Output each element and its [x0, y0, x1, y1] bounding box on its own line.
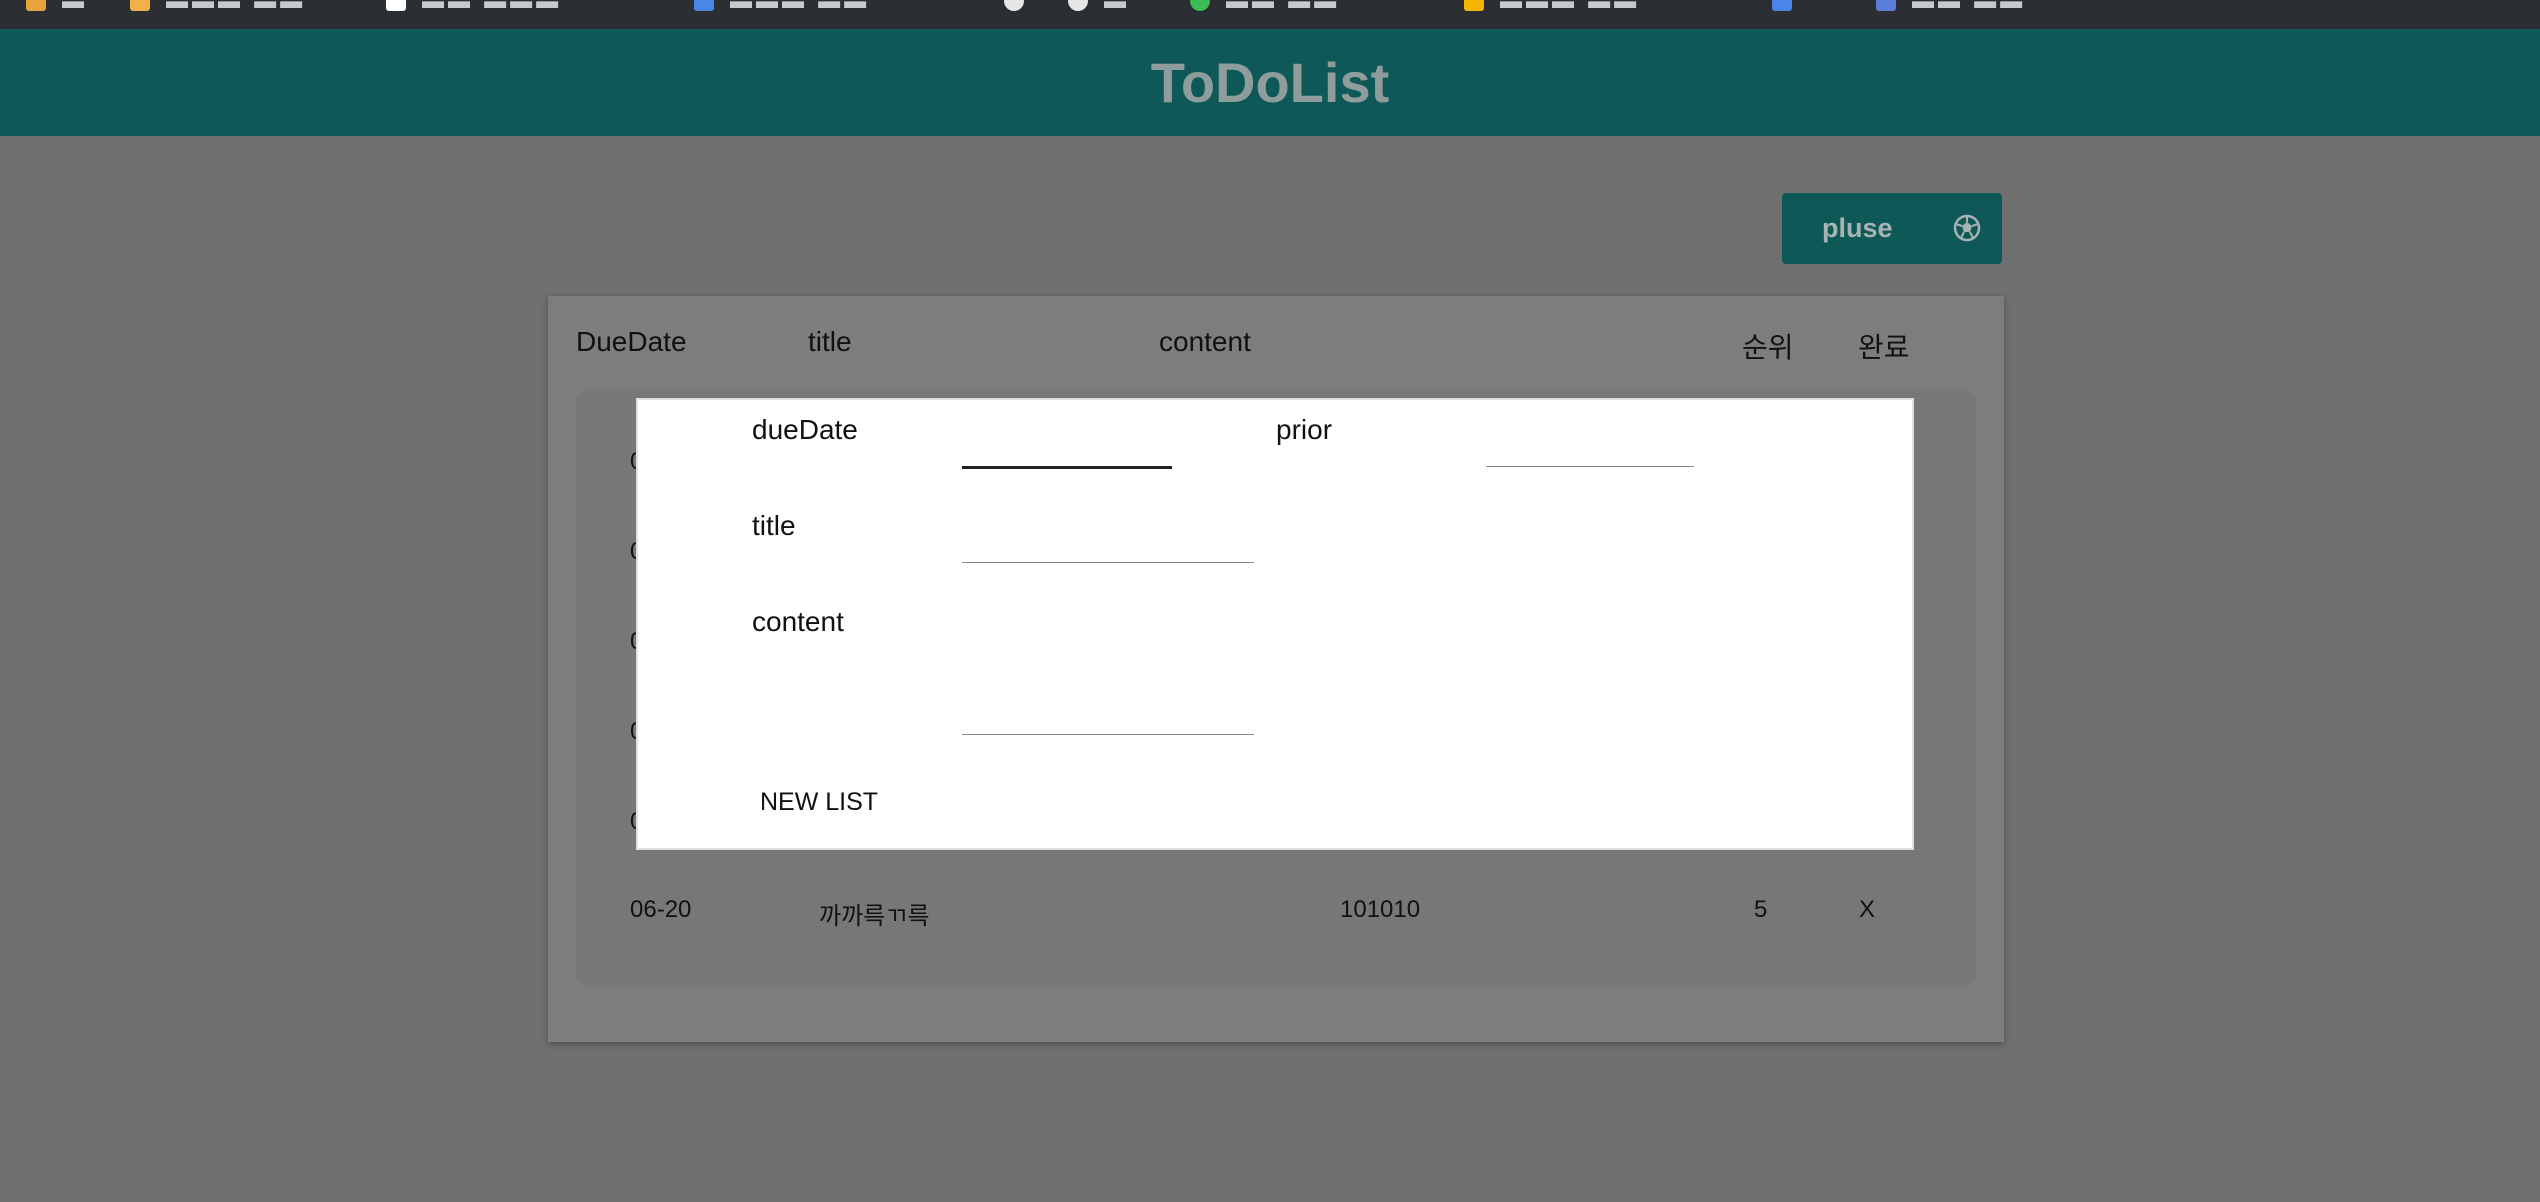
bookmark-icon	[130, 0, 150, 11]
bookmarks-bar: ▬ ▬▬▬ ▬▬ ▬▬ ▬▬▬ ▬▬▬ ▬▬ ▬ ▬▬ ▬▬ ▬▬▬ ▬▬ ▬▬…	[0, 0, 2540, 29]
bookmark-icon	[1190, 0, 1210, 11]
bookmark-icon	[1876, 0, 1896, 11]
header-done: 완료	[1858, 332, 1910, 363]
due-date-input[interactable]	[962, 430, 1172, 469]
bookmark-item[interactable]: ▬	[1068, 0, 1130, 13]
bookmark-item[interactable]: ▬▬▬ ▬▬	[694, 0, 870, 13]
prior-input[interactable]	[1486, 430, 1694, 467]
cell-content: 101010	[1340, 896, 1421, 923]
header-content: content	[1159, 326, 1251, 357]
bookmark-icon	[1068, 0, 1088, 11]
new-list-button[interactable]: NEW LIST	[760, 788, 878, 817]
bookmark-icon	[1464, 0, 1484, 11]
header-title: title	[808, 326, 852, 357]
bookmark-icon	[694, 0, 714, 11]
bookmark-item[interactable]	[1772, 0, 1808, 12]
soccer-ball-icon	[1953, 214, 1981, 242]
bookmark-icon	[386, 0, 406, 11]
bookmark-item[interactable]: ▬▬ ▬▬	[1190, 0, 1340, 13]
header-priority: 순위	[1742, 332, 1794, 363]
bookmark-item[interactable]: ▬▬ ▬▬	[1876, 0, 2026, 13]
cell-priority: 5	[1754, 896, 1768, 923]
bookmark-item[interactable]: ▬▬ ▬▬▬	[386, 0, 562, 13]
bookmark-icon	[1772, 0, 1792, 11]
bookmark-icon	[26, 0, 46, 11]
header-due-date: DueDate	[576, 326, 687, 357]
app-title: ToDoList	[1150, 51, 1390, 114]
cell-due-date: 06-20	[630, 896, 692, 923]
bookmark-icon	[1004, 0, 1024, 11]
add-button-label: pluse	[1822, 213, 1893, 243]
content-textarea[interactable]	[962, 626, 1254, 735]
cell-done[interactable]: X	[1859, 896, 1875, 924]
bookmark-item[interactable]: ▬▬▬ ▬▬	[130, 0, 306, 13]
bookmark-item[interactable]: ▬	[26, 0, 88, 13]
prior-label: prior	[1276, 414, 1333, 445]
title-input[interactable]	[962, 526, 1254, 563]
content-label: content	[752, 606, 844, 637]
due-date-label: dueDate	[752, 414, 858, 445]
title-label: title	[752, 510, 796, 541]
bookmark-item[interactable]: ▬▬▬ ▬▬	[1464, 0, 1640, 13]
cell-title: 까까륵ㄲ륵	[819, 903, 930, 930]
bookmark-item[interactable]	[1004, 0, 1040, 12]
